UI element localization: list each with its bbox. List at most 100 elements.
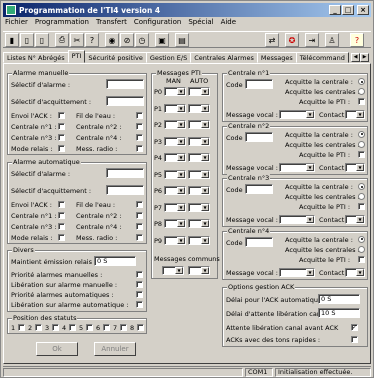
pti-auto-combo[interactable]: ▼ — [188, 103, 210, 113]
message-vocal-combo[interactable]: ▼ — [279, 162, 315, 172]
tab-telecommande[interactable]: Télécommand — [295, 52, 349, 63]
pti-man-combo[interactable]: ▼ — [164, 103, 186, 113]
contact-combo[interactable]: ▼ — [345, 110, 365, 119]
chevron-down-icon[interactable]: ▼ — [201, 267, 209, 274]
selectif-alarme-input[interactable] — [106, 79, 144, 89]
statut-6-checkbox[interactable] — [103, 324, 110, 331]
chevron-down-icon[interactable]: ▼ — [201, 220, 209, 227]
contact-combo[interactable]: ▼ — [345, 162, 365, 172]
delai-ack-input[interactable]: 0 S — [318, 294, 360, 304]
chevron-down-icon[interactable]: ▼ — [177, 154, 185, 161]
fil-eau-checkbox[interactable] — [136, 201, 143, 208]
pti-auto-combo[interactable]: ▼ — [188, 186, 210, 195]
centrale-2-checkbox[interactable] — [136, 123, 143, 130]
annuler-button[interactable]: Annuler — [94, 342, 136, 356]
chevron-down-icon[interactable]: ▼ — [177, 88, 185, 95]
acquitte-centrales-radio[interactable] — [358, 193, 365, 200]
tab-gestion-es[interactable]: Gestion E/S — [145, 52, 192, 63]
code-input[interactable] — [245, 79, 273, 89]
person-icon[interactable]: ♙ — [325, 33, 339, 47]
statut-7-checkbox[interactable] — [120, 324, 127, 331]
liberation-manuelle-checkbox[interactable] — [136, 281, 143, 288]
envoi-ack-checkbox[interactable] — [58, 201, 65, 208]
chevron-down-icon[interactable]: ▼ — [201, 137, 209, 145]
acquitte-centrale-radio[interactable] — [358, 78, 365, 85]
chevron-down-icon[interactable]: ▼ — [201, 236, 209, 244]
acquitte-pti-checkbox[interactable] — [358, 150, 365, 158]
message-vocal-combo[interactable]: ▼ — [279, 215, 315, 224]
clock-icon[interactable]: ◷ — [135, 33, 149, 47]
chevron-down-icon[interactable]: ▼ — [177, 203, 185, 211]
tab-right-icon[interactable]: ▶ — [360, 53, 369, 62]
menu-special[interactable]: Spécial — [188, 18, 213, 29]
chevron-down-icon[interactable]: ▼ — [201, 121, 209, 128]
exit-icon[interactable]: ⇥ — [305, 33, 319, 47]
centrale-4-checkbox[interactable] — [136, 134, 143, 141]
menu-transfert[interactable]: Transfert — [96, 18, 127, 29]
question-icon[interactable]: ? — [85, 33, 99, 47]
acquitte-pti-checkbox[interactable] — [358, 203, 365, 210]
chevron-down-icon[interactable]: ▼ — [201, 104, 209, 112]
chevron-down-icon[interactable]: ▼ — [356, 216, 364, 223]
pti-man-combo[interactable]: ▼ — [164, 87, 186, 96]
liberation-automatique-checkbox[interactable] — [136, 301, 143, 308]
mode-relais-checkbox[interactable] — [58, 234, 65, 241]
chevron-down-icon[interactable]: ▼ — [177, 121, 185, 128]
red-tool-icon[interactable]: ✪ — [285, 33, 299, 47]
attente-liberation-checkbox[interactable]: ✓ — [351, 324, 358, 331]
menu-aide[interactable]: Aide — [221, 18, 236, 29]
menu-configuration[interactable]: Configuration — [134, 18, 181, 29]
chevron-down-icon[interactable]: ▼ — [356, 111, 364, 118]
envoi-ack-checkbox[interactable] — [58, 112, 65, 119]
centrale-3-checkbox[interactable] — [58, 134, 65, 141]
code-input[interactable] — [245, 131, 273, 142]
priorite-automatiques-checkbox[interactable] — [136, 291, 143, 298]
transfer-icon[interactable]: ⇄ — [265, 33, 279, 47]
priorite-manuelles-checkbox[interactable] — [136, 271, 143, 278]
message-vocal-combo[interactable]: ▼ — [279, 110, 315, 119]
chevron-down-icon[interactable]: ▼ — [177, 104, 185, 112]
maintien-input[interactable]: 0 S — [94, 256, 136, 266]
close-button[interactable]: × — [357, 5, 369, 15]
help-book-icon[interactable]: ▤ — [175, 33, 189, 47]
acquitte-centrales-radio[interactable] — [358, 245, 365, 253]
pti-auto-combo[interactable]: ▼ — [188, 136, 210, 146]
chevron-down-icon[interactable]: ▼ — [175, 267, 183, 274]
centrale-1-checkbox[interactable] — [58, 123, 65, 130]
statut-8-checkbox[interactable] — [137, 324, 144, 331]
chevron-down-icon[interactable]: ▼ — [306, 163, 314, 171]
code-input[interactable] — [245, 236, 273, 247]
statut-3-checkbox[interactable] — [52, 324, 59, 331]
ok-button[interactable]: Ok — [36, 342, 78, 356]
menu-fichier[interactable]: Fichier — [5, 18, 28, 29]
dial-icon[interactable]: ◉ — [105, 33, 119, 47]
print-icon[interactable]: ⎙ — [55, 33, 69, 47]
commun-auto-combo[interactable]: ▼ — [188, 266, 210, 275]
stop-icon[interactable]: ⊘ — [120, 33, 134, 47]
pti-auto-combo[interactable]: ▼ — [188, 235, 210, 245]
delai-liberation-input[interactable]: 10 S — [318, 308, 360, 318]
commun-man-combo[interactable]: ▼ — [162, 266, 184, 275]
maximize-button[interactable]: □ — [342, 5, 354, 15]
pti-auto-combo[interactable]: ▼ — [188, 87, 210, 96]
pti-man-combo[interactable]: ▼ — [164, 235, 186, 245]
chevron-down-icon[interactable]: ▼ — [177, 187, 185, 194]
chevron-down-icon[interactable]: ▼ — [356, 268, 364, 276]
pti-auto-combo[interactable]: ▼ — [188, 202, 210, 212]
acquitte-centrales-radio[interactable] — [358, 88, 365, 95]
message-vocal-combo[interactable]: ▼ — [279, 267, 315, 277]
minimize-button[interactable]: _ — [329, 5, 341, 15]
acquitte-centrale-radio[interactable] — [358, 183, 365, 190]
chevron-down-icon[interactable]: ▼ — [356, 163, 364, 171]
tab-listes[interactable]: Listes N° Abrégés — [3, 52, 69, 63]
pti-man-combo[interactable]: ▼ — [164, 120, 186, 129]
tab-centrales[interactable]: Centrales Alarmes — [190, 52, 258, 63]
pti-auto-combo[interactable]: ▼ — [188, 219, 210, 228]
pti-man-combo[interactable]: ▼ — [164, 219, 186, 228]
selectif-acquittement-input[interactable] — [106, 185, 144, 195]
statut-5-checkbox[interactable] — [86, 324, 93, 331]
tab-securite[interactable]: Sécurité positive — [84, 52, 147, 63]
chevron-down-icon[interactable]: ▼ — [177, 170, 185, 178]
centrale-4-checkbox[interactable] — [136, 223, 143, 230]
chevron-down-icon[interactable]: ▼ — [306, 268, 314, 276]
